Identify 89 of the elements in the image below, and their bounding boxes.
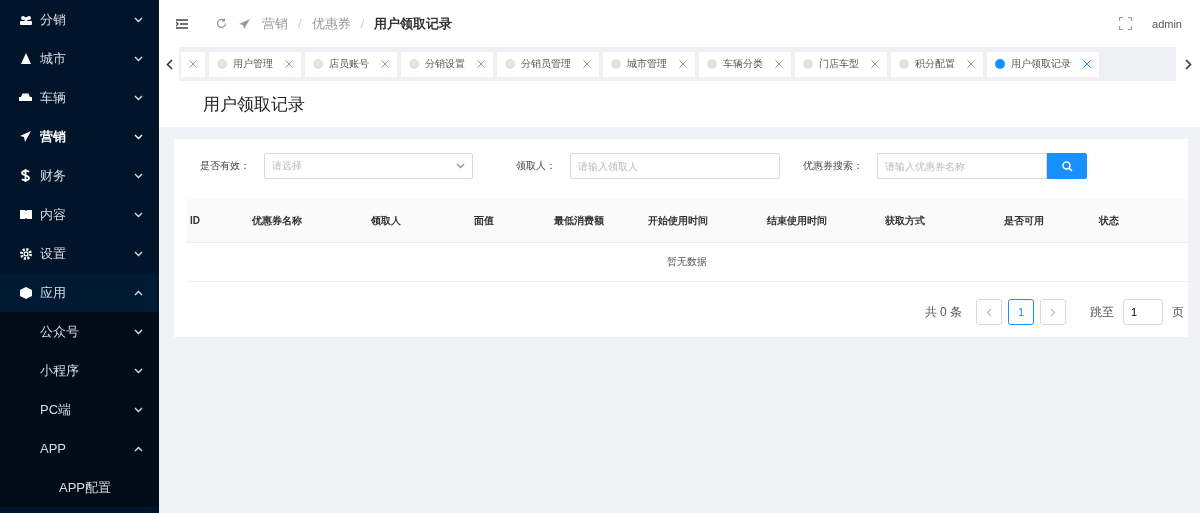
chevron-down-icon — [134, 406, 143, 413]
chevron-down-icon — [134, 94, 143, 101]
chevron-left-icon — [986, 307, 992, 317]
sidebar-menu-item[interactable]: 公众号 — [0, 312, 159, 351]
page-tab[interactable]: 用户管理 — [209, 51, 301, 77]
column-header: ID — [190, 215, 201, 226]
sidebar-menu-item[interactable]: 城市 — [0, 39, 159, 78]
chevron-left-icon — [165, 58, 173, 70]
close-icon[interactable] — [871, 60, 879, 68]
sidebar-menu-item[interactable]: 分销 — [0, 0, 159, 39]
chevron-down-icon — [456, 163, 465, 169]
paper-plane-icon — [239, 18, 250, 29]
chevron-down-icon — [134, 250, 143, 257]
jump-label: 跳至 — [1090, 303, 1114, 321]
close-icon[interactable] — [1083, 60, 1091, 68]
menu-icon[interactable] — [176, 18, 188, 29]
chevron-right-icon — [1184, 58, 1192, 70]
sidebar-menu-item[interactable]: 内容 — [0, 195, 159, 234]
page-tab[interactable]: 城市管理 — [603, 51, 695, 77]
sidebar-menu-item[interactable]: 车辆 — [0, 78, 159, 117]
chevron-down-icon — [134, 328, 143, 335]
close-icon[interactable] — [679, 60, 687, 68]
chevron-down-icon — [134, 133, 143, 140]
page-suffix: 页 — [1172, 303, 1184, 321]
car-icon — [19, 93, 32, 102]
paper-plane-icon — [20, 131, 31, 142]
close-icon[interactable] — [775, 60, 783, 68]
close-icon[interactable] — [967, 60, 975, 68]
column-header: 获取方式 — [884, 213, 926, 228]
group-icon — [19, 14, 32, 25]
close-icon[interactable] — [477, 60, 485, 68]
close-icon[interactable] — [285, 60, 293, 68]
column-header: 开始使用时间 — [647, 213, 709, 228]
column-header: 最低消费额 — [553, 213, 605, 228]
page-tab[interactable]: 店员账号 — [305, 51, 397, 77]
triangle-icon — [20, 53, 31, 64]
chevron-down-icon — [134, 55, 143, 62]
chevron-up-icon — [134, 445, 143, 452]
chevron-down-icon — [134, 367, 143, 374]
page-tab[interactable]: 用户领取记录 — [987, 51, 1099, 77]
dollar-icon — [21, 169, 30, 182]
page-tab[interactable]: 分销设置 — [401, 51, 493, 77]
chevron-down-icon — [134, 172, 143, 179]
cube-icon — [19, 286, 32, 299]
sidebar-menu-item[interactable]: 设置 — [0, 234, 159, 273]
book-icon — [19, 210, 32, 219]
breadcrumb-separator: / — [298, 16, 302, 31]
column-header: 结束使用时间 — [766, 213, 828, 228]
page-tab[interactable]: 车辆分类 — [699, 51, 791, 77]
page-jump-field[interactable]: 1 — [1123, 299, 1163, 325]
column-header: 优惠券名称 — [252, 213, 304, 228]
sidebar-menu-item[interactable]: 财务 — [0, 156, 159, 195]
chevron-down-icon — [134, 211, 143, 218]
filter-label: 优惠券搜索： — [803, 159, 863, 173]
filter-label: 领取人： — [516, 159, 556, 173]
column-header: 是否可用 — [1003, 213, 1045, 228]
close-icon[interactable] — [583, 60, 591, 68]
page-tab[interactable]: 门店车型 — [795, 51, 887, 77]
sidebar-menu-item[interactable]: APP — [0, 429, 159, 468]
settings-icon — [19, 247, 32, 260]
close-icon[interactable] — [381, 60, 389, 68]
empty-message: 暂无数据 — [667, 255, 707, 269]
page-tab[interactable]: 分销员管理 — [497, 51, 599, 77]
filter-label: 是否有效： — [200, 159, 250, 173]
chevron-up-icon — [134, 289, 143, 296]
breadcrumb-separator: / — [360, 16, 365, 31]
close-icon[interactable] — [189, 60, 197, 68]
total-count: 共 0 条 — [924, 303, 962, 321]
page-title: 用户领取记录 — [203, 93, 305, 116]
sidebar-menu-item[interactable]: 营销 — [0, 117, 159, 156]
sidebar-menu-item[interactable]: 应用 — [0, 273, 159, 312]
page-tab[interactable] — [181, 51, 205, 77]
page-tab[interactable]: 积分配置 — [891, 51, 983, 77]
column-header: 状态 — [1098, 213, 1120, 228]
sidebar-menu-item[interactable]: PC端 — [0, 390, 159, 429]
search-field[interactable]: 请输入优惠券名称 — [877, 153, 1047, 179]
fullscreen-icon[interactable] — [1119, 17, 1133, 30]
column-header: 面值 — [474, 213, 496, 228]
search-button[interactable] — [1047, 153, 1087, 179]
sidebar-menu-item[interactable]: 小程序 — [0, 351, 159, 390]
search-icon — [1061, 160, 1073, 172]
chevron-right-icon — [1050, 307, 1056, 317]
user-name[interactable]: admin — [1152, 17, 1182, 30]
column-header: 领取人 — [371, 213, 403, 228]
refresh-icon[interactable] — [216, 18, 227, 29]
sidebar-menu-item[interactable]: APP配置 — [0, 468, 159, 507]
chevron-down-icon — [134, 16, 143, 23]
breadcrumb-item: 用户领取记录 — [374, 14, 453, 33]
input-field[interactable]: 请输入领取人 — [570, 153, 780, 179]
